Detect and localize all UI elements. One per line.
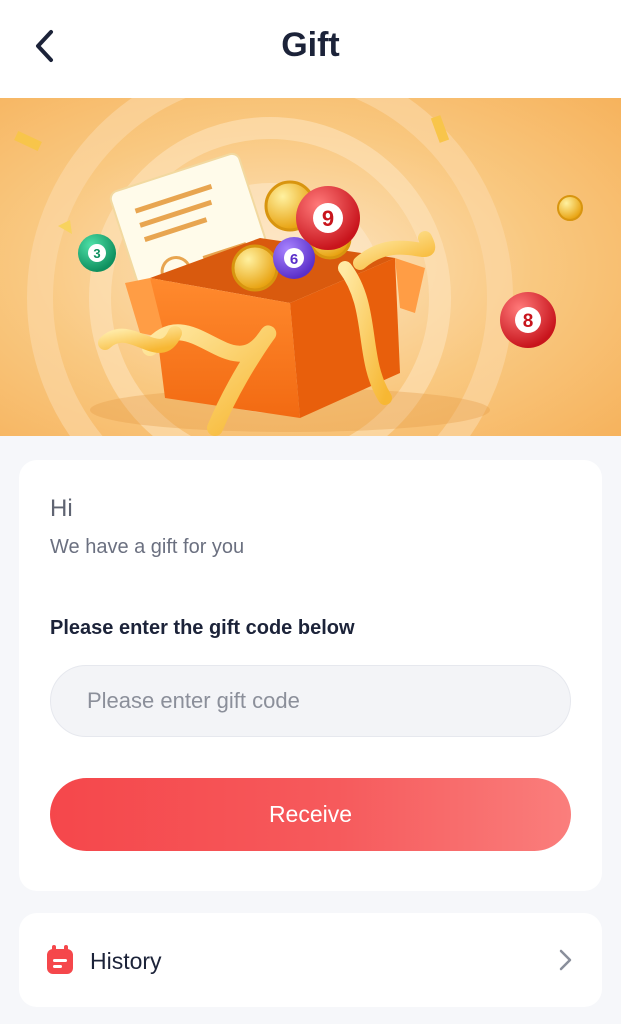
gift-subtitle: We have a gift for you [50, 536, 245, 558]
gift-code-label: Please enter the gift code below [50, 617, 355, 639]
svg-text:9: 9 [322, 206, 334, 231]
chevron-right-icon [559, 949, 572, 971]
history-row[interactable]: History [19, 913, 602, 1007]
history-label: History [90, 948, 162, 974]
greeting-text: Hi [50, 495, 73, 522]
gift-illustration: 9 6 3 8 [0, 98, 621, 436]
calendar-icon [47, 945, 73, 974]
page-title: Gift [281, 26, 340, 64]
gift-code-input[interactable] [50, 665, 571, 737]
svg-text:8: 8 [523, 311, 534, 332]
svg-text:6: 6 [290, 251, 298, 268]
receive-button[interactable]: Receive [50, 778, 571, 851]
svg-text:3: 3 [93, 246, 100, 261]
gift-banner: 9 6 3 8 [0, 98, 621, 436]
gift-code-card: Hi We have a gift for you Please enter t… [19, 460, 602, 891]
top-bar: Gift [0, 0, 621, 98]
